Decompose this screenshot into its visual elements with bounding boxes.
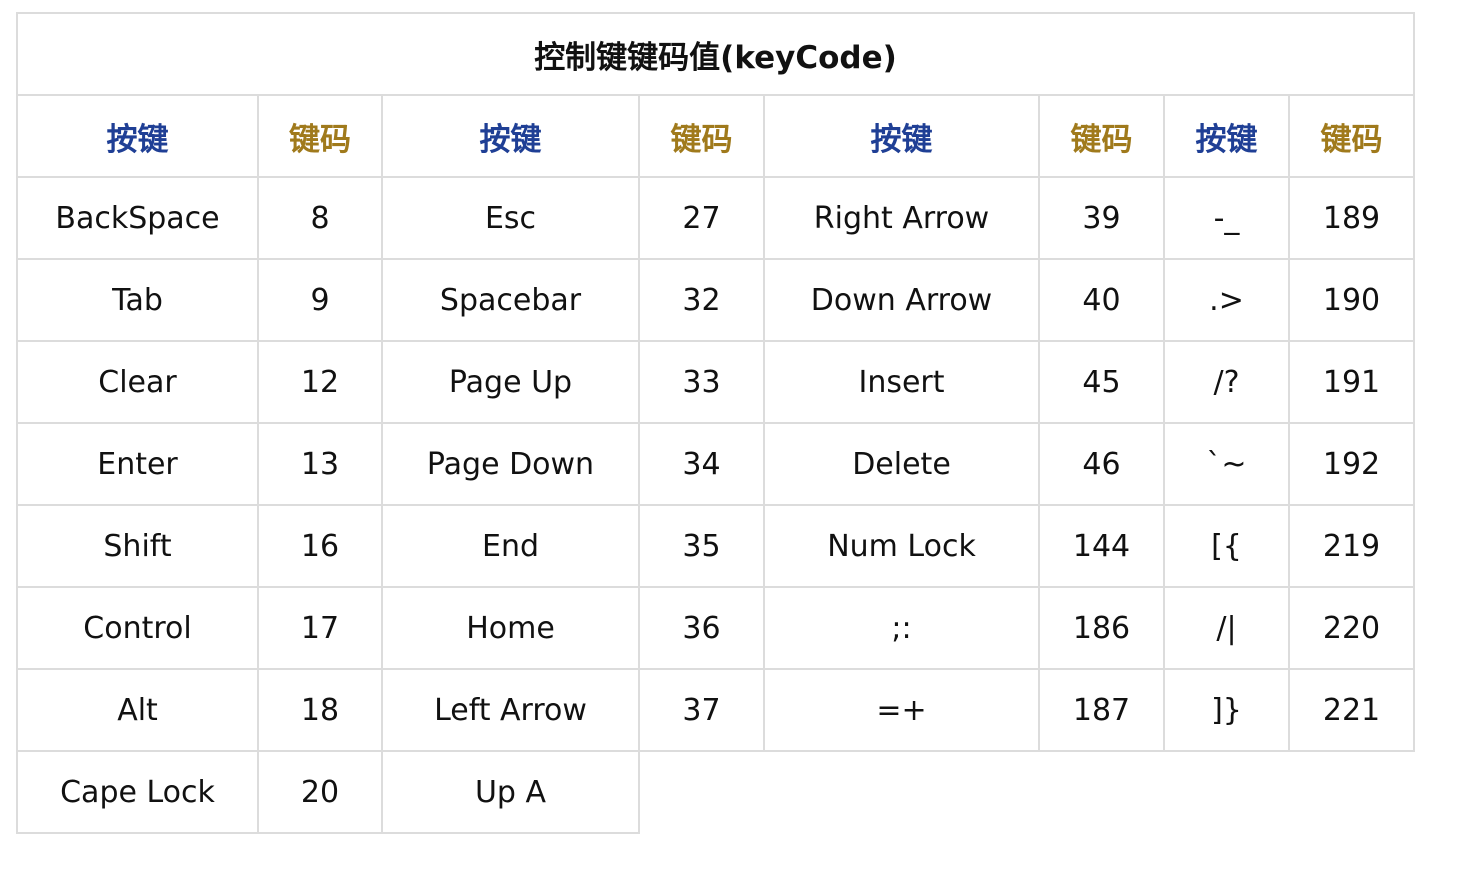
code-cell: 144: [1038, 504, 1165, 588]
key-cell: .>: [1163, 258, 1290, 342]
key-cell: /|: [1163, 586, 1290, 670]
key-cell: -_: [1163, 176, 1290, 260]
table-row: Alt 18 Left Arrow 37 =+ 187 ]} 221: [16, 668, 1415, 752]
key-cell: ]}: [1163, 668, 1290, 752]
code-cell: 191: [1288, 340, 1415, 424]
code-cell: 189: [1288, 176, 1415, 260]
code-cell: 9: [257, 258, 383, 342]
key-cell: Insert: [763, 340, 1040, 424]
key-cell: Control: [16, 586, 259, 670]
code-cell: 35: [638, 504, 765, 588]
key-cell: Left Arrow: [381, 668, 640, 752]
key-cell: Alt: [16, 668, 259, 752]
code-cell: 40: [1038, 258, 1165, 342]
code-cell: 17: [257, 586, 383, 670]
table-row: Control 17 Home 36 ;: 186 /| 220: [16, 586, 1415, 670]
key-cell: Delete: [763, 422, 1040, 506]
code-cell: 46: [1038, 422, 1165, 506]
code-cell: 187: [1038, 668, 1165, 752]
header-row: 按键 键码 按键 键码 按键 键码 按键 键码: [16, 94, 1415, 178]
table-row: Cape Lock 20 Up A: [16, 750, 1414, 834]
code-cell: 192: [1288, 422, 1415, 506]
keycode-table: 控制键键码值(keyCode) 按键 键码 按键 键码 按键 键码 按键 键码 …: [16, 12, 1415, 834]
key-cell: Right Arrow: [763, 176, 1040, 260]
key-cell: Shift: [16, 504, 259, 588]
code-cell: 27: [638, 176, 765, 260]
key-cell: Esc: [381, 176, 640, 260]
key-cell: =+: [763, 668, 1040, 752]
code-cell: 219: [1288, 504, 1415, 588]
table-row: Clear 12 Page Up 33 Insert 45 /? 191: [16, 340, 1415, 424]
table-row: Enter 13 Page Down 34 Delete 46 `~ 192: [16, 422, 1415, 506]
code-cell: 12: [257, 340, 383, 424]
code-cell: 32: [638, 258, 765, 342]
table-row: BackSpace 8 Esc 27 Right Arrow 39 -_ 189: [16, 176, 1415, 260]
code-cell: 34: [638, 422, 765, 506]
code-cell: 16: [257, 504, 383, 588]
key-cell: Home: [381, 586, 640, 670]
key-cell: [{: [1163, 504, 1290, 588]
code-cell: 39: [1038, 176, 1165, 260]
key-cell: Num Lock: [763, 504, 1040, 588]
key-cell: Up A: [381, 750, 640, 834]
key-cell: Spacebar: [381, 258, 640, 342]
key-cell: BackSpace: [16, 176, 259, 260]
key-cell: Down Arrow: [763, 258, 1040, 342]
table-title: 控制键键码值(keyCode): [16, 12, 1415, 96]
key-cell: Tab: [16, 258, 259, 342]
code-cell: 186: [1038, 586, 1165, 670]
header-code: 键码: [638, 94, 765, 178]
code-cell: 13: [257, 422, 383, 506]
key-cell: Page Down: [381, 422, 640, 506]
key-cell: `~: [1163, 422, 1290, 506]
code-cell: 221: [1288, 668, 1415, 752]
key-cell: End: [381, 504, 640, 588]
header-key: 按键: [1163, 94, 1290, 178]
code-cell: 190: [1288, 258, 1415, 342]
code-cell: 45: [1038, 340, 1165, 424]
code-cell: 36: [638, 586, 765, 670]
code-cell: 18: [257, 668, 383, 752]
key-cell: Enter: [16, 422, 259, 506]
code-cell: 220: [1288, 586, 1415, 670]
header-key: 按键: [763, 94, 1040, 178]
title-row: 控制键键码值(keyCode): [16, 12, 1415, 96]
key-cell: Clear: [16, 340, 259, 424]
header-code: 键码: [1038, 94, 1165, 178]
code-cell: 37: [638, 668, 765, 752]
code-cell: 8: [257, 176, 383, 260]
key-cell: Page Up: [381, 340, 640, 424]
header-key: 按键: [381, 94, 640, 178]
key-cell: ;:: [763, 586, 1040, 670]
key-cell: /?: [1163, 340, 1290, 424]
table-row: Tab 9 Spacebar 32 Down Arrow 40 .> 190: [16, 258, 1415, 342]
code-cell: 20: [257, 750, 383, 834]
code-cell: 33: [638, 340, 765, 424]
header-code: 键码: [257, 94, 383, 178]
header-code: 键码: [1288, 94, 1415, 178]
table-row: Shift 16 End 35 Num Lock 144 [{ 219: [16, 504, 1415, 588]
key-cell: Cape Lock: [16, 750, 259, 834]
header-key: 按键: [16, 94, 259, 178]
empty-area: [638, 750, 1414, 833]
